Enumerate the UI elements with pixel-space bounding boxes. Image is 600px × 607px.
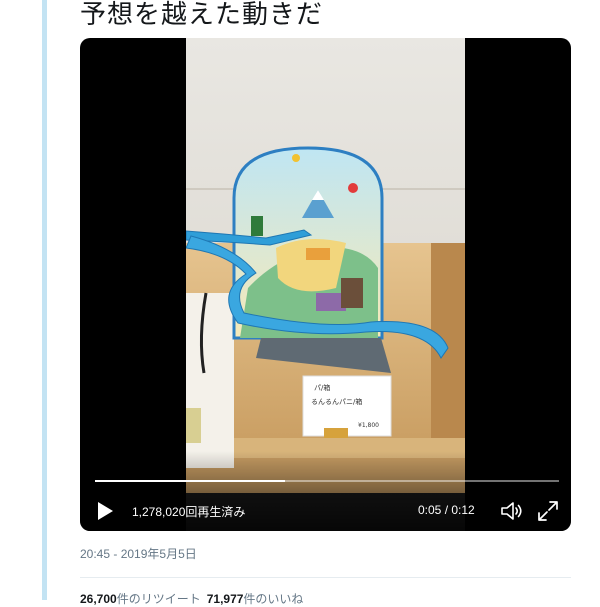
view-count: 1,278,020回再生済み xyxy=(132,505,246,519)
price-card-line2: るんるんパニ/箱 xyxy=(311,397,362,406)
likes-label: 件のいいね xyxy=(243,592,304,606)
video-player[interactable]: パ/箱 るんるんパニ/箱 ¥1,800 1,278,020回再生済み 0:05 … xyxy=(80,38,571,531)
price-card-line1: パ/箱 xyxy=(314,383,330,392)
divider xyxy=(80,577,571,578)
expand-icon xyxy=(538,501,558,521)
progress-fill xyxy=(95,480,286,482)
likes-link[interactable]: 71,977件のいいね xyxy=(207,592,304,606)
tweet-text: 予想を越えた動きだ xyxy=(80,0,324,30)
tweet-stats: 26,700件のリツイート 71,977件のいいね xyxy=(80,590,303,607)
retweets-label: 件のリツイート xyxy=(116,592,201,606)
retweets-count: 26,700 xyxy=(80,592,117,606)
play-icon xyxy=(98,502,113,520)
fullscreen-button[interactable] xyxy=(536,499,560,523)
likes-count: 71,977 xyxy=(206,592,244,606)
volume-button[interactable] xyxy=(499,499,525,523)
price-card-price: ¥1,800 xyxy=(358,422,379,429)
play-button[interactable] xyxy=(94,499,116,523)
conversation-thread-line xyxy=(42,0,47,600)
retweets-link[interactable]: 26,700件のリツイート xyxy=(80,592,201,606)
tweet-timestamp[interactable]: 20:45 - 2019年5月5日 xyxy=(80,545,197,562)
speaker-icon xyxy=(501,502,522,520)
playback-time: 0:05 / 0:12 xyxy=(418,503,475,517)
progress-bar[interactable] xyxy=(95,480,559,482)
